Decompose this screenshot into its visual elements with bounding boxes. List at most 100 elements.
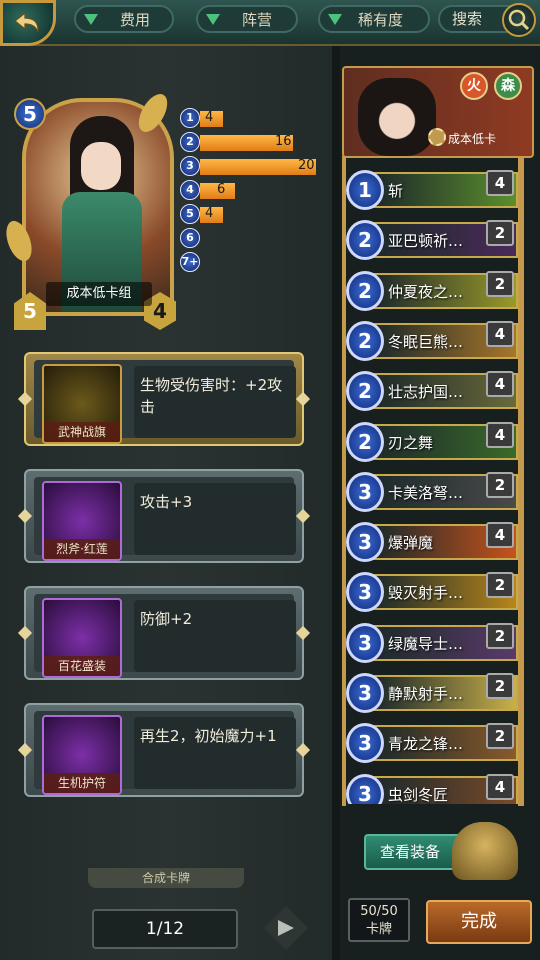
equipment-name: 烈斧·红莲 bbox=[44, 539, 120, 559]
card-name: 刃之舞 bbox=[388, 433, 434, 452]
mana-curve-count: 16 bbox=[275, 134, 292, 149]
deck-card-row[interactable]: 3 虫剑冬匠 4 bbox=[344, 770, 520, 804]
card-name: 毁灭射手… bbox=[388, 584, 464, 603]
card-cost-gem: 1 bbox=[346, 170, 384, 210]
deck-card-row[interactable]: 1斩 4 bbox=[344, 166, 520, 212]
back-arrow-icon bbox=[14, 11, 39, 33]
card-count-badge: 2 bbox=[486, 572, 514, 599]
filter-faction-button[interactable]: 阵营 bbox=[196, 5, 298, 33]
card-count-badge: 4 bbox=[486, 320, 514, 347]
search-icon bbox=[502, 3, 536, 37]
card-count-badge: 4 bbox=[486, 170, 514, 196]
equipment-icon: 武神战旗 bbox=[42, 364, 122, 444]
card-name: 冬眠巨熊… bbox=[388, 332, 464, 351]
card-cost-gem: 2 bbox=[346, 270, 384, 311]
dropdown-triangle-icon bbox=[84, 13, 98, 25]
card-cost-gem: 3 bbox=[346, 522, 384, 563]
equipment-icon: 生机护符 bbox=[42, 715, 122, 795]
mana-cost-badge: 4 bbox=[180, 180, 200, 200]
deck-card-row[interactable]: 2 亚巴顿祈… 2 bbox=[344, 216, 520, 262]
deck-card-row[interactable]: 2 壮志护国… 4 bbox=[344, 367, 520, 413]
card-count-badge: 2 bbox=[486, 471, 514, 498]
deck-card-row[interactable]: 3 绿魔导士… 2 bbox=[344, 619, 520, 665]
equipment-slot[interactable]: 生机护符 再生2，初始魔力+1 bbox=[17, 703, 311, 797]
card-name: 静默射手… bbox=[388, 685, 464, 703]
fire-element-badge: 火 bbox=[460, 72, 488, 100]
card-name: 斩 bbox=[388, 182, 404, 200]
equipment-name: 生机护符 bbox=[44, 773, 120, 793]
card-count-badge: 2 bbox=[486, 673, 514, 699]
mana-cost-badge: 5 bbox=[180, 204, 200, 224]
mana-curve-count: 4 bbox=[205, 206, 214, 221]
deck-card-list[interactable]: 1 斩 4 2 亚巴顿祈… 2 2 仲夏夜之… 2 2 冬眠巨熊… 4 2 壮志护国… 4 2 刃之舞 4 3 卡美洛… bbox=[344, 156, 520, 804]
deck-card-row[interactable]: 3 静默射手… 2 bbox=[344, 669, 520, 715]
deck-card-row[interactable]: 3 卡美洛弩… 2 bbox=[344, 468, 520, 514]
deck-card-row[interactable]: 3 爆弹魔 4 bbox=[344, 518, 520, 564]
mana-cost-badge: 6 bbox=[180, 228, 200, 248]
filter-rarity-button[interactable]: 稀有度 bbox=[318, 5, 430, 33]
deck-card-row[interactable]: 2 刃之舞 4 bbox=[344, 418, 520, 464]
deck-count-label: 卡牌 bbox=[365, 922, 392, 937]
equipment-description: 生物受伤害时：+2攻击 bbox=[134, 366, 296, 438]
next-arrow-icon bbox=[278, 920, 294, 936]
card-cost-gem: 2 bbox=[346, 421, 384, 462]
card-count-badge: 2 bbox=[486, 220, 514, 247]
card-name: 青龙之锋… bbox=[388, 735, 464, 754]
equipment-description: 再生2，初始魔力+1 bbox=[134, 717, 296, 789]
equipment-name: 百花盛装 bbox=[44, 656, 120, 676]
equipment-slot-inner: 百花盛装 防御+2 bbox=[34, 594, 296, 678]
card-count-badge: 4 bbox=[486, 522, 514, 549]
dropdown-triangle-icon bbox=[206, 13, 220, 25]
mana-curve-count: 4 bbox=[205, 110, 214, 125]
equipment-icon: 烈斧·红莲 bbox=[42, 481, 122, 561]
card-name: 爆弹魔 bbox=[388, 534, 434, 553]
equipment-slot[interactable]: 烈斧·红莲 攻击+3 bbox=[17, 469, 311, 563]
card-cost-gem: 2 bbox=[346, 371, 384, 412]
card-count-badge: 2 bbox=[486, 723, 514, 750]
deck-banner[interactable]: 火 森 成本低卡 bbox=[342, 66, 534, 158]
card-count-badge: 2 bbox=[486, 270, 514, 297]
deck-count-value: 50/50 bbox=[360, 904, 398, 919]
deck-health-value: 4 bbox=[153, 299, 167, 323]
forest-element-badge: 森 bbox=[494, 72, 522, 100]
view-equipment-label: 查看装备 bbox=[380, 843, 441, 861]
equipment-description: 攻击+3 bbox=[134, 483, 296, 555]
equipment-slot[interactable]: 百花盛装 防御+2 bbox=[17, 586, 311, 680]
card-cost-gem: 3 bbox=[346, 471, 384, 512]
done-button[interactable]: 完成 bbox=[426, 900, 532, 944]
mana-cost-badge: 3 bbox=[180, 156, 200, 176]
card-name: 仲夏夜之… bbox=[388, 282, 464, 301]
card-cost-gem: 3 bbox=[346, 673, 384, 713]
filter-label: 阵营 bbox=[242, 10, 273, 29]
filter-cost-button[interactable]: 费用 bbox=[74, 5, 174, 33]
synthesize-card-label: 合成卡牌 bbox=[88, 868, 244, 888]
filter-label: 稀有度 bbox=[358, 10, 404, 29]
banner-portrait bbox=[358, 78, 436, 156]
card-cost-gem: 2 bbox=[346, 320, 384, 361]
deck-cost-gem: 5 bbox=[14, 98, 46, 130]
deck-card-row[interactable]: 2 仲夏夜之… 2 bbox=[344, 267, 520, 313]
card-count-badge: 4 bbox=[486, 773, 514, 800]
deck-card-row[interactable]: 3 毁灭射手… 2 bbox=[344, 568, 520, 614]
helmet-icon[interactable] bbox=[452, 822, 518, 880]
deck-attack-value: 5 bbox=[23, 299, 37, 323]
deck-card-row[interactable]: 2 冬眠巨熊… 4 bbox=[344, 317, 520, 363]
banner-label: 成本低卡 bbox=[448, 132, 497, 146]
deck-card-row[interactable]: 3 青龙之锋… 2 bbox=[344, 719, 520, 765]
search-label: 搜索 bbox=[452, 10, 483, 28]
card-count-badge: 4 bbox=[486, 421, 514, 448]
search-button[interactable]: 搜索 bbox=[438, 3, 536, 37]
card-name: 亚巴顿祈… bbox=[388, 232, 464, 251]
dropdown-triangle-icon bbox=[328, 13, 342, 25]
card-name: 壮志护国… bbox=[388, 383, 464, 402]
card-name: 卡美洛弩… bbox=[388, 483, 464, 502]
page-indicator: 1/12 bbox=[92, 909, 238, 949]
card-cost-gem: 3 bbox=[346, 622, 384, 663]
panel-divider bbox=[332, 46, 340, 960]
card-count-badge: 2 bbox=[486, 622, 514, 649]
equipment-slot[interactable]: 武神战旗 生物受伤害时：+2攻击 bbox=[17, 352, 311, 446]
gear-icon bbox=[428, 128, 446, 146]
equipment-description: 防御+2 bbox=[134, 600, 296, 672]
filter-label: 费用 bbox=[120, 10, 151, 29]
equipment-icon: 百花盛装 bbox=[42, 598, 122, 678]
